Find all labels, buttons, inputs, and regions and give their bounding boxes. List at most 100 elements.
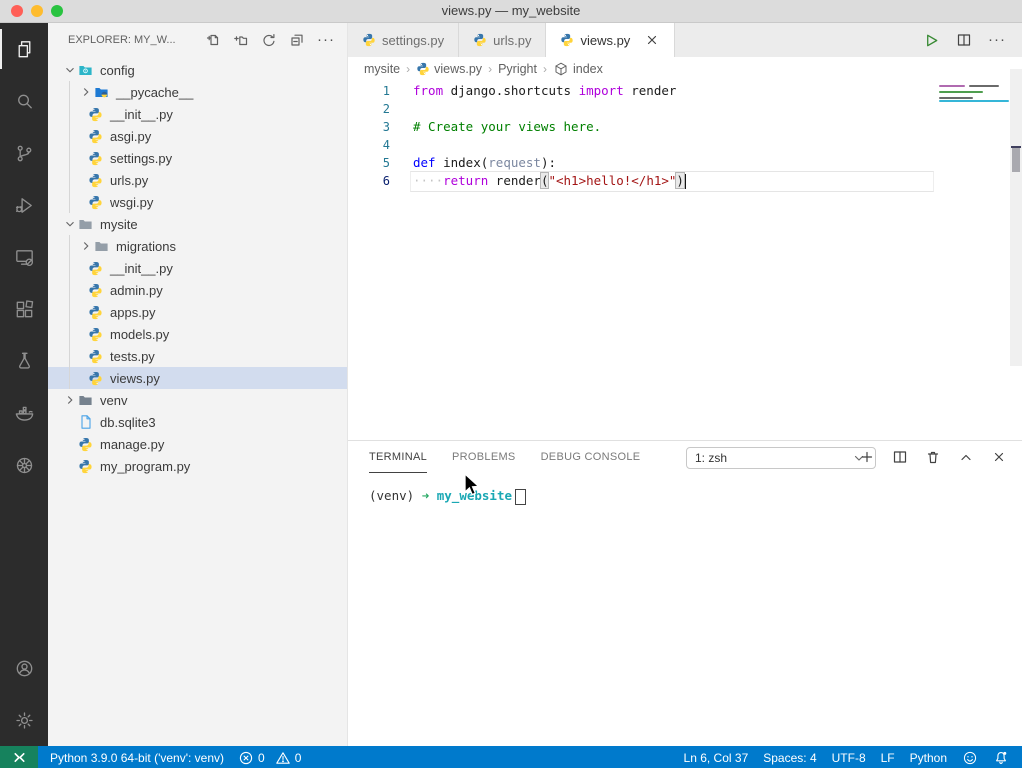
terminal-content[interactable]: (venv) ➜ my_website (348, 472, 1022, 505)
panel-tab-terminal[interactable]: TERMINAL (369, 441, 427, 473)
split-terminal-icon[interactable] (892, 449, 908, 465)
scrollbar-thumb[interactable] (1012, 148, 1020, 172)
breadcrumb-mysite[interactable]: mysite (364, 62, 400, 76)
tree-item-tests.py[interactable]: tests.py (48, 345, 347, 367)
panel-actions (859, 441, 1007, 472)
warning-count: 0 (295, 751, 302, 765)
tree-item-venv[interactable]: venv (48, 389, 347, 411)
more-actions-icon[interactable]: ··· (988, 35, 1006, 45)
status-spaces[interactable]: Spaces: 4 (763, 751, 816, 765)
split-editor-icon[interactable] (956, 32, 972, 48)
close-tab-icon[interactable] (644, 32, 660, 48)
panel-tab-debug-console[interactable]: DEBUG CONSOLE (541, 441, 641, 473)
collapse-folders-icon[interactable] (289, 32, 305, 48)
tree-item-__pycache__[interactable]: __pycache__ (48, 81, 347, 103)
tab-settings.py[interactable]: settings.py (348, 23, 459, 57)
editor-scrollbar[interactable] (1010, 69, 1022, 366)
activity-search[interactable] (0, 75, 48, 127)
code-line-5[interactable]: 5def index(request): (348, 154, 1022, 172)
code-line-4[interactable]: 4 (348, 136, 1022, 154)
feedback-icon[interactable] (962, 750, 978, 766)
tree-item-manage.py[interactable]: manage.py (48, 433, 347, 455)
remote-indicator[interactable] (0, 746, 38, 768)
tree-item-config[interactable]: config (48, 59, 347, 81)
code-line-1[interactable]: 1from django.shortcuts import render (348, 82, 1022, 100)
tree-item-label: migrations (116, 239, 176, 254)
tree-item-apps.py[interactable]: apps.py (48, 301, 347, 323)
activity-remote-explorer[interactable] (0, 231, 48, 283)
tree-item-views.py[interactable]: views.py (48, 367, 347, 389)
tree-item-__init__.py[interactable]: __init__.py (48, 257, 347, 279)
tab-urls.py[interactable]: urls.py (459, 23, 546, 57)
status-utf-8[interactable]: UTF-8 (832, 751, 866, 765)
activity-source-control[interactable] (0, 127, 48, 179)
status-python[interactable]: Python (910, 751, 947, 765)
run-icon[interactable] (923, 32, 940, 49)
activity-bar-spacer (0, 491, 48, 642)
python-icon (88, 327, 108, 342)
breadcrumb-index[interactable]: index (553, 61, 603, 77)
python-icon (78, 437, 98, 452)
tree-item-my_program.py[interactable]: my_program.py (48, 455, 347, 477)
problems-item[interactable]: 0 0 (238, 750, 301, 766)
tab-views.py[interactable]: views.py (546, 23, 675, 57)
panel-tab-problems[interactable]: PROBLEMS (452, 441, 516, 473)
folder-python-icon (94, 85, 114, 100)
tab-label: urls.py (493, 33, 531, 48)
python-icon (473, 33, 487, 47)
tree-item-models.py[interactable]: models.py (48, 323, 347, 345)
status-lf[interactable]: LF (881, 751, 895, 765)
notifications-bell-icon[interactable] (993, 750, 1009, 766)
editor-tabs: settings.py urls.py views.py (348, 23, 675, 57)
minimap[interactable] (936, 81, 1008, 440)
source-control-icon (13, 142, 36, 165)
line-number: 4 (348, 136, 390, 154)
activity-kubernetes[interactable] (0, 439, 48, 491)
tree-item-label: views.py (110, 371, 160, 386)
kill-terminal-icon[interactable] (925, 449, 941, 465)
python-icon (88, 349, 108, 364)
tree-item-wsgi.py[interactable]: wsgi.py (48, 191, 347, 213)
new-file-icon[interactable] (205, 32, 221, 48)
maximize-panel-icon[interactable] (958, 449, 974, 465)
activity-extensions[interactable] (0, 283, 48, 335)
terminal-shell-select[interactable]: 1: zsh (686, 447, 876, 469)
python-interpreter-item[interactable]: Python 3.9.0 64-bit ('venv': venv) (50, 751, 224, 765)
tree-item-urls.py[interactable]: urls.py (48, 169, 347, 191)
breadcrumb: mysite›views.py›Pyright›index (348, 57, 1022, 81)
activity-explorer[interactable] (0, 23, 48, 75)
breadcrumb-views.py[interactable]: views.py (416, 62, 482, 76)
line-number: 5 (348, 154, 390, 172)
tree-item-db.sqlite3[interactable]: db.sqlite3 (48, 411, 347, 433)
code-line-6[interactable]: 6····return render("<h1>hello!</h1>") (348, 172, 1022, 190)
minimap-line (939, 91, 983, 93)
new-folder-icon[interactable] (233, 32, 249, 48)
more-actions-icon[interactable]: ··· (317, 35, 335, 45)
activity-manage-settings[interactable] (0, 694, 48, 746)
activity-accounts[interactable] (0, 642, 48, 694)
tree-item-__init__.py[interactable]: __init__.py (48, 103, 347, 125)
activity-run-and-debug[interactable] (0, 179, 48, 231)
close-panel-icon[interactable] (991, 449, 1007, 465)
activity-docker[interactable] (0, 387, 48, 439)
tree-item-admin.py[interactable]: admin.py (48, 279, 347, 301)
refresh-explorer-icon[interactable] (261, 32, 277, 48)
minimap-line (939, 100, 1009, 102)
tree-item-migrations[interactable]: migrations (48, 235, 347, 257)
activity-testing[interactable] (0, 335, 48, 387)
tree-item-mysite[interactable]: mysite (48, 213, 347, 235)
breadcrumb-Pyright[interactable]: Pyright (498, 62, 537, 76)
explorer-sidebar: EXPLORER: MY_W... ··· config__pycache___… (48, 23, 348, 746)
new-terminal-icon[interactable] (859, 449, 875, 465)
activity-bar (0, 23, 48, 746)
tree-item-asgi.py[interactable]: asgi.py (48, 125, 347, 147)
code-line-3[interactable]: 3# Create your views here. (348, 118, 1022, 136)
minimap-line (939, 97, 973, 99)
tree-item-settings.py[interactable]: settings.py (48, 147, 347, 169)
explorer-toolbar: ··· (205, 32, 335, 48)
status-bar: Python 3.9.0 64-bit ('venv': venv) 0 0 L… (0, 746, 1022, 768)
status-ln-6[interactable]: Ln 6, Col 37 (684, 751, 749, 765)
code-line-2[interactable]: 2 (348, 100, 1022, 118)
breadcrumb-separator: › (405, 62, 411, 76)
code-editor[interactable]: 1from django.shortcuts import render23# … (348, 81, 1022, 440)
